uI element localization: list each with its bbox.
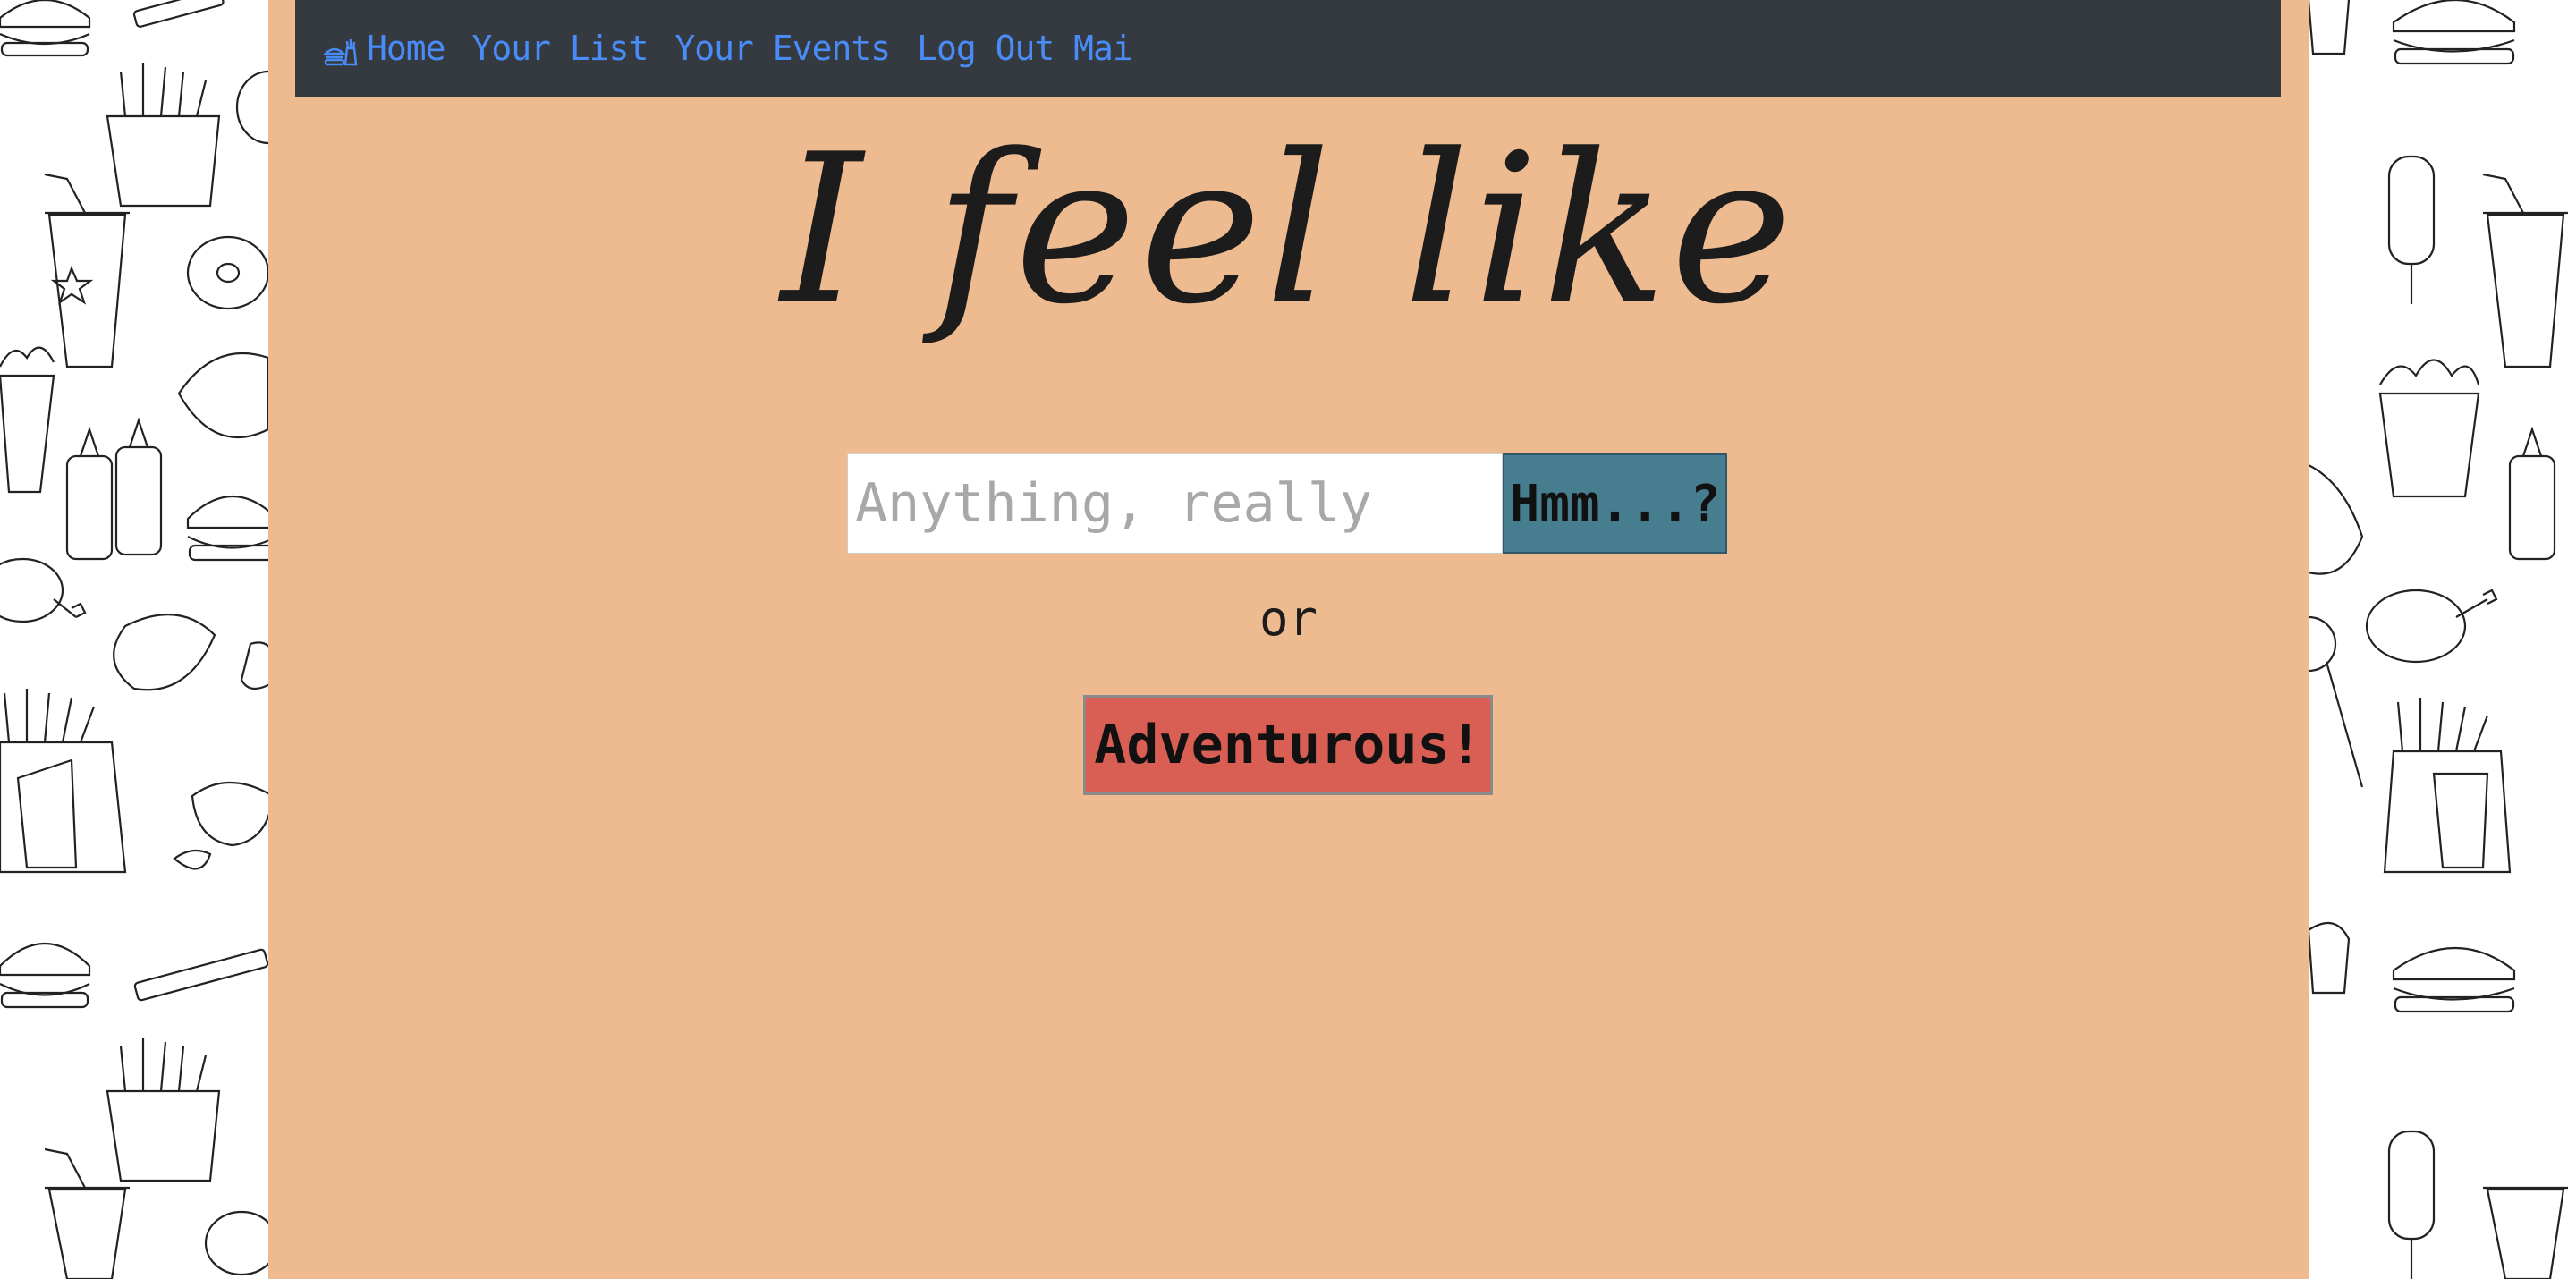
fries-doodle-icon	[106, 1038, 221, 1182]
cupcake-doodle-icon	[2309, 0, 2351, 55]
ice-cream-bar-doodle-icon	[2387, 155, 2436, 304]
nav-link-your-events[interactable]: Your Events	[674, 29, 891, 68]
chicken-wing-doodle-icon	[113, 614, 268, 691]
page-heading: I feel like	[781, 111, 1796, 350]
burger-doodle-icon	[2309, 464, 2364, 575]
soda-cup-doodle-icon	[2483, 1186, 2568, 1279]
popcorn-doodle-icon	[0, 346, 55, 494]
condiment-bottles-doodle-icon	[65, 417, 163, 561]
soda-cup-doodle-icon	[44, 173, 130, 368]
salt-doodle-icon	[133, 948, 268, 1002]
burger-doodle-icon	[186, 495, 268, 562]
fries-doodle-icon	[106, 63, 221, 208]
main-panel: Home Your List Your Events Log Out Mai I…	[268, 0, 2309, 1279]
fries-doodle-icon	[0, 689, 127, 874]
search-submit-button[interactable]: Hmm...?	[1503, 453, 1727, 554]
adventurous-button[interactable]: Adventurous!	[1083, 695, 1493, 795]
condiment-bottles-doodle-icon	[2508, 426, 2556, 561]
food-doodle-background-left	[0, 0, 268, 1279]
donut-doodle-icon	[186, 235, 268, 310]
chicken-leg-doodle-icon	[0, 557, 87, 623]
or-separator: or	[1258, 590, 1318, 647]
chicken-leg-doodle-icon	[2365, 589, 2498, 664]
burger-doodle-icon	[0, 0, 91, 57]
donut-doodle-icon	[235, 70, 268, 145]
donut-doodle-icon	[204, 1210, 268, 1276]
soda-cup-doodle-icon	[2482, 173, 2568, 368]
cupcake-doodle-icon	[2309, 921, 2351, 995]
navbar: Home Your List Your Events Log Out Mai	[295, 0, 2281, 97]
burger-doodle-icon	[2392, 0, 2516, 65]
nav-link-home[interactable]: Home	[367, 29, 446, 68]
noodle-bowl-doodle-icon	[173, 782, 268, 870]
search-form: Hmm...?	[847, 453, 1727, 554]
nav-link-log-out[interactable]: Log Out Mai	[917, 29, 1133, 68]
burger-doodle-icon	[0, 942, 91, 1009]
burger-doodle-icon	[2392, 947, 2516, 1013]
food-search-input[interactable]	[847, 453, 1503, 554]
lollipop-doodle-icon	[2309, 615, 2364, 788]
salt-doodle-icon	[132, 0, 225, 28]
soda-cup-doodle-icon	[44, 1148, 130, 1279]
nav-link-your-list[interactable]: Your List	[472, 29, 649, 68]
ice-cream-bar-doodle-icon	[2387, 1130, 2436, 1279]
food-doodle-background-right	[2309, 0, 2576, 1279]
popcorn-doodle-icon	[2378, 359, 2480, 498]
fries-doodle-icon	[2383, 698, 2512, 874]
burger-fries-icon[interactable]	[322, 34, 358, 70]
croissant-doodle-icon	[177, 352, 268, 438]
